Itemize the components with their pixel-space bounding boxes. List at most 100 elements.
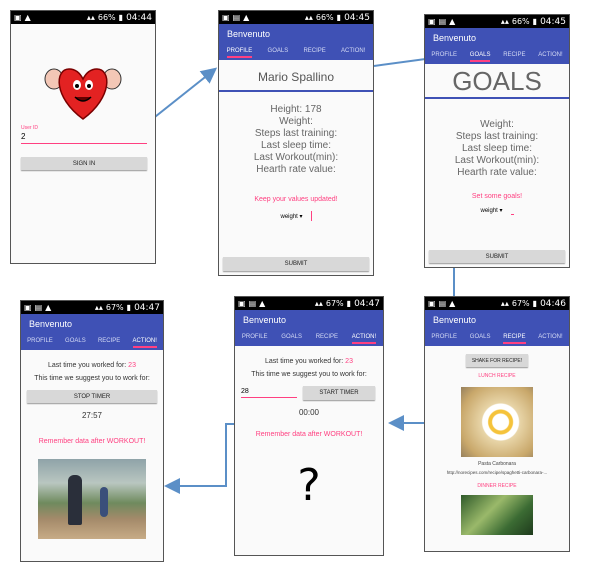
tab-bar: PROFILE GOALS RECIPE ACTION! [219,44,373,60]
heart-rate-value: Hearth rate value: [256,164,336,175]
tab-goals[interactable]: GOALS [268,48,289,58]
last-worked-label: Last time you worked for: [265,358,344,365]
battery-icon: ▮ [336,13,342,22]
tab-goals[interactable]: GOALS [470,334,491,344]
battery-icon: ▮ [532,17,538,26]
tab-recipe[interactable]: RECIPE [98,338,120,348]
tab-goals[interactable]: GOALS [469,52,491,62]
metric-select[interactable]: weight ▾ [280,213,302,220]
battery-level: 66% [97,13,116,22]
value-input-cursor[interactable] [510,214,514,215]
warning-icon: ▲ [45,303,52,312]
dinner-heading: DINNER RECIPE [477,483,517,489]
notification-icon: ▣ [14,13,22,22]
battery-level: 67% [105,303,124,312]
image-icon: ▤ [438,299,447,308]
tab-recipe[interactable]: RECIPE [303,48,325,58]
tab-action[interactable]: ACTION! [538,52,562,62]
app-bar: Benvenuto PROFILE GOALS RECIPE ACTION! [219,24,373,60]
workout-reminder: Remember data after WORKOUT! [38,438,146,445]
workout-reminder: Remember data after WORKOUT! [255,431,363,438]
last-worked-value: 23 [128,362,136,369]
signal-icon: ▴▴ [86,13,95,22]
battery-icon: ▮ [346,299,352,308]
question-mark: ? [297,460,321,511]
heart-logo [43,57,123,123]
stop-timer-button[interactable]: STOP TIMER [27,390,157,403]
runners-photo [38,459,146,539]
status-bar: ▣ ▤ ▲ ▴▴ 67% ▮ 04:47 [235,297,383,310]
image-icon: ▤ [248,299,257,308]
notification-icon: ▣ [24,303,32,312]
signal-icon: ▴▴ [304,13,313,22]
signal-icon: ▴▴ [500,17,509,26]
metric-select-value: weight [280,213,298,220]
value-input-cursor[interactable] [310,211,312,221]
tab-action[interactable]: ACTION! [351,334,377,344]
goals-screen: ▣ ▤ ▲ ▴▴ 66% ▮ 04:45 Benvenuto PROFILE GOALS … [424,14,570,268]
app-title: Benvenuto [433,315,477,325]
shake-button[interactable]: SHAKE FOR RECIPE! [466,354,528,367]
tab-goals[interactable]: GOALS [281,334,302,344]
app-title: Benvenuto [29,319,73,329]
sign-in-button[interactable]: SIGN IN [21,157,147,170]
battery-level: 67% [325,299,344,308]
signal-icon: ▴▴ [94,303,103,312]
tab-recipe[interactable]: RECIPE [316,334,338,344]
tab-profile[interactable]: PROFILE [226,48,253,58]
user-name: Mario Spallino [257,70,335,84]
submit-button[interactable]: SUBMIT [223,257,369,271]
tab-bar: PROFILE GOALS RECIPE ACTION! [21,334,163,350]
divider [219,90,373,92]
tab-recipe[interactable]: RECIPE [503,52,525,62]
dinner-recipe-image[interactable] [461,495,533,535]
dish-name: Pasta Carbonara [478,461,516,467]
app-bar: Benvenuto PROFILE GOALS RECIPE ACTION! [235,310,383,346]
recipe-screen: ▣ ▤ ▲ ▴▴ 67% ▮ 04:46 Benvenuto PROFILE GOALS … [424,296,570,552]
tab-action[interactable]: ACTION! [538,334,562,344]
arrow-action-to-action2 [164,423,234,494]
login-screen: ▣ ▲ ▴▴ 66% ▮ 04:44 User ID 2 SIGN IN [10,10,156,264]
action-running-screen: ▣ ▤ ▲ ▴▴ 67% ▮ 04:47 Benvenuto PROFILE GOALS … [20,300,164,562]
last-worked-row: Last time you worked for: 23 [235,358,383,365]
warning-icon: ▲ [24,13,31,22]
image-icon: ▤ [438,17,447,26]
app-bar: Benvenuto PROFILE GOALS RECIPE ACTION! [21,314,163,350]
lunch-recipe-image[interactable] [461,387,533,457]
tab-profile[interactable]: PROFILE [431,52,457,62]
app-bar: Benvenuto PROFILE GOALS RECIPE ACTION! [425,28,569,64]
tab-action[interactable]: ACTION! [132,338,157,348]
clock: 04:45 [344,12,370,23]
last-worked-value: 23 [345,358,353,365]
user-id-label: User ID [21,125,38,131]
minutes-input[interactable]: 28 [241,388,297,398]
user-id-input[interactable]: 2 [21,132,147,144]
start-timer-button[interactable]: START TIMER [303,386,375,400]
battery-icon: ▮ [126,303,132,312]
status-bar: ▣ ▤ ▲ ▴▴ 67% ▮ 04:47 [21,301,163,314]
goal-sleep: Last sleep time: [461,143,533,154]
app-title: Benvenuto [243,315,287,325]
goals-prompt: Set some goals! [471,193,523,200]
tab-recipe[interactable]: RECIPE [503,334,526,344]
metric-select[interactable]: weight ▾ [480,207,502,214]
suggest-label: This time we suggest you to work for: [251,371,367,378]
tab-profile[interactable]: PROFILE [27,338,53,348]
tab-profile[interactable]: PROFILE [431,334,457,344]
tab-profile[interactable]: PROFILE [242,334,268,344]
notification-icon: ▣ [428,17,436,26]
timer-display: 00:00 [298,408,320,417]
dropdown-icon: ▾ [299,213,303,220]
metric-select-value: weight [480,208,498,214]
sleep-value: Last sleep time: [260,140,332,151]
notification-icon: ▣ [238,299,246,308]
recipe-link[interactable]: http://norecipes.com/recipe/spaghetti-ca… [425,470,569,475]
tab-action[interactable]: ACTION! [341,48,365,58]
warning-icon: ▲ [449,299,456,308]
tab-bar: PROFILE GOALS RECIPE ACTION! [425,48,569,64]
runner-figure [100,487,108,517]
submit-button[interactable]: SUBMIT [429,250,565,263]
tab-goals[interactable]: GOALS [65,338,86,348]
status-bar: ▣ ▤ ▲ ▴▴ 66% ▮ 04:45 [425,15,569,28]
clock: 04:47 [134,302,160,313]
